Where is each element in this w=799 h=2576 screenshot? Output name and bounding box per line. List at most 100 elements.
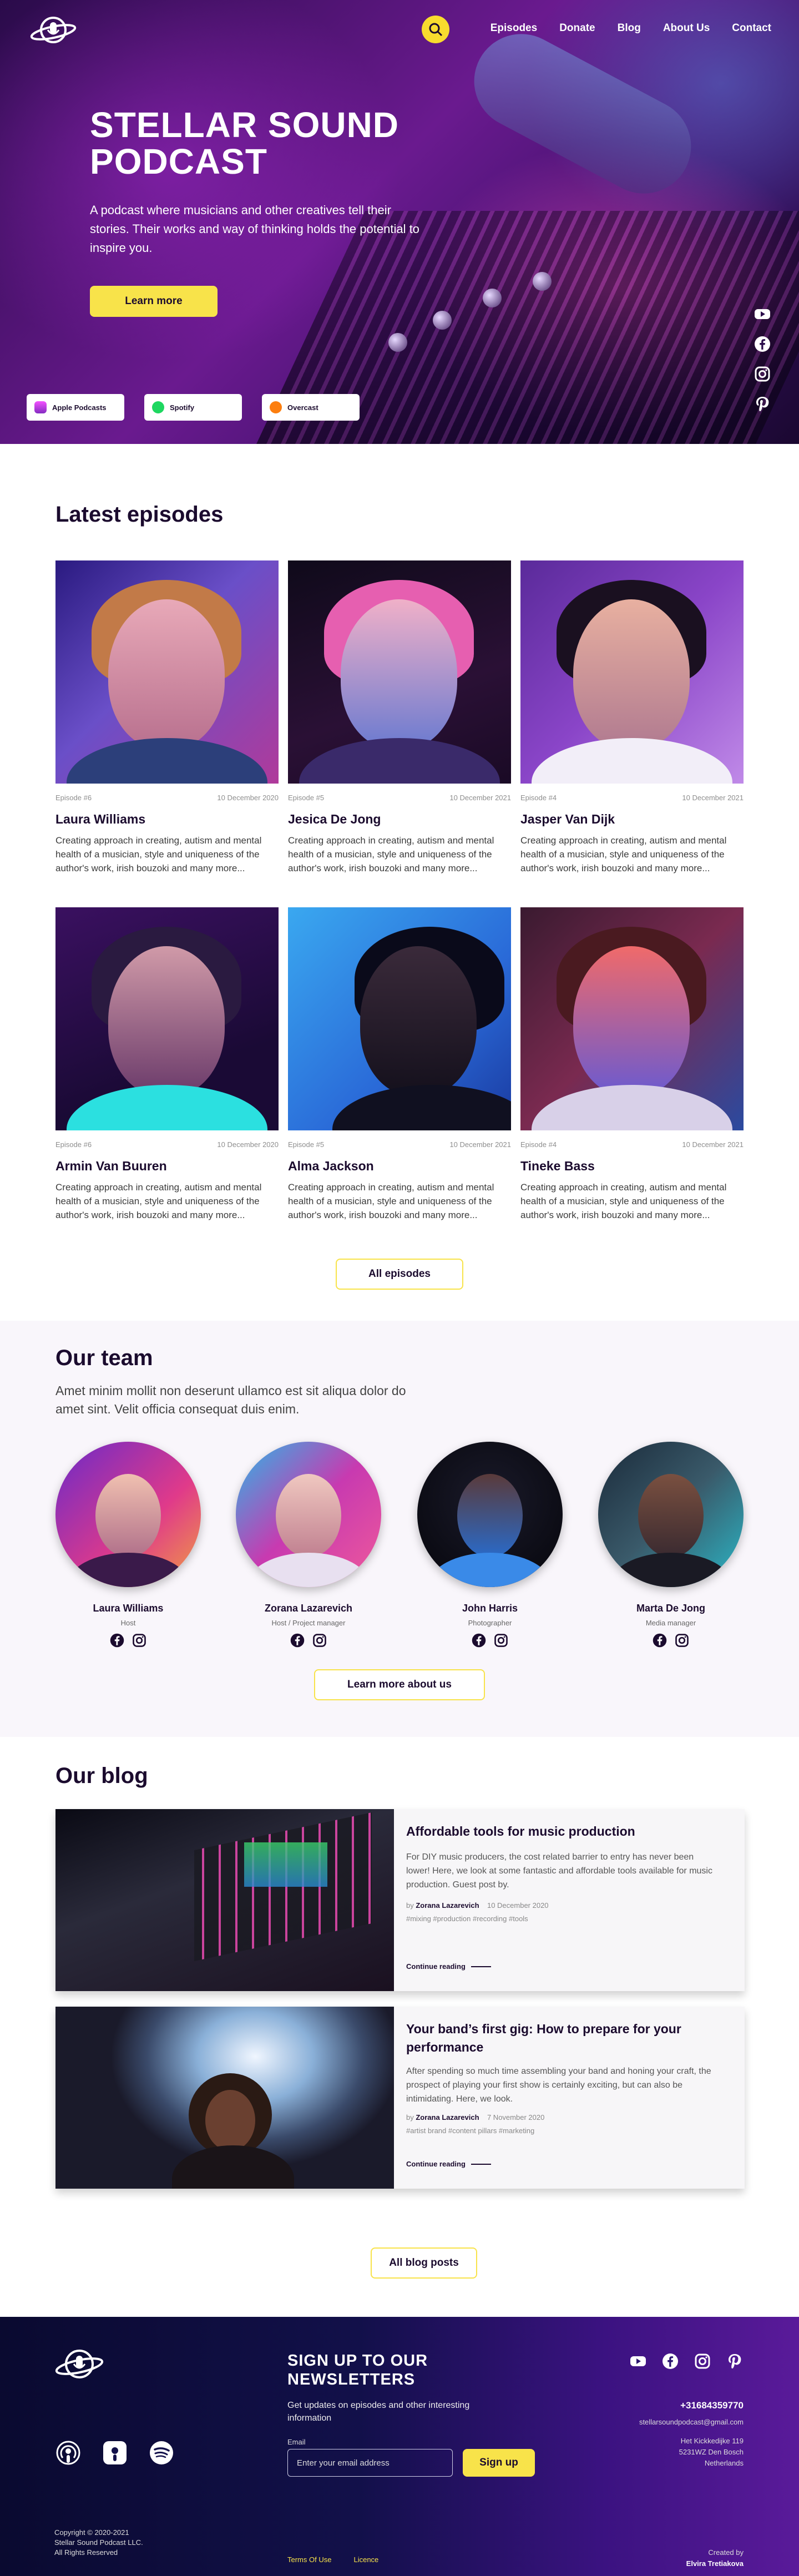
mixer-knob <box>388 333 407 352</box>
youtube-icon[interactable] <box>754 305 771 323</box>
blog-post[interactable]: Your band’s first gig: How to prepare fo… <box>55 2007 745 2189</box>
episodes-title: Latest episodes <box>55 502 224 527</box>
episode-date: 10 December 2020 <box>217 794 279 802</box>
member-photo <box>236 1442 381 1587</box>
member-name: John Harris <box>462 1603 518 1614</box>
credit: Created by Elvira Tretiakova <box>686 2548 744 2568</box>
blog-post-tags: #mixing #production #recording #tools <box>406 1915 528 1923</box>
facebook-icon[interactable] <box>471 1633 487 1648</box>
licence-link[interactable]: Licence <box>353 2555 378 2564</box>
hero-social-rail <box>754 305 771 413</box>
nav-episodes-link[interactable]: Episodes <box>490 22 537 34</box>
instagram-icon[interactable] <box>132 1633 147 1648</box>
contact-phone[interactable]: +31684359770 <box>639 2400 744 2411</box>
mixer-knob <box>533 272 552 291</box>
instagram-icon[interactable] <box>493 1633 509 1648</box>
sign-up-button[interactable]: Sign up <box>463 2449 535 2477</box>
platform-label: Overcast <box>287 403 318 412</box>
episode-guest-name: Jasper Van Dijk <box>520 812 615 826</box>
continue-reading-link[interactable]: Continue reading <box>406 2160 491 2168</box>
episode-card[interactable]: Episode #6 10 December 2020 Armin Van Buu… <box>55 907 279 1222</box>
instagram-icon[interactable] <box>694 2352 711 2370</box>
apple-podcasts-button[interactable]: Apple Podcasts <box>27 394 124 421</box>
nav-about-link[interactable]: About Us <box>663 22 710 34</box>
episode-card[interactable]: Episode #4 10 December 2021 Tineke Bass C… <box>520 907 744 1222</box>
member-role: Photographer <box>468 1619 512 1627</box>
episode-image <box>55 907 279 1130</box>
blog-post[interactable]: Affordable tools for music production Fo… <box>55 1809 745 1991</box>
member-photo <box>55 1442 201 1587</box>
facebook-icon[interactable] <box>754 335 771 353</box>
episode-guest-name: Jesica De Jong <box>288 812 381 826</box>
blog-post-tags: #artist brand #content pillars #marketin… <box>406 2127 535 2135</box>
episode-card[interactable]: Episode #5 10 December 2021 Jesica De Jon… <box>288 560 511 875</box>
spotify-button[interactable]: Spotify <box>144 394 242 421</box>
pinterest-icon[interactable] <box>726 2352 744 2370</box>
blog-post-image <box>55 1809 394 1991</box>
episode-guest-name: Alma Jackson <box>288 1159 374 1173</box>
hero-subtitle: A podcast where musicians and other crea… <box>90 203 419 255</box>
terms-of-use-link[interactable]: Terms Of Use <box>287 2555 331 2564</box>
email-input[interactable] <box>287 2449 453 2477</box>
search-icon[interactable] <box>422 16 449 43</box>
member-role: Media manager <box>645 1619 696 1627</box>
instagram-icon[interactable] <box>674 1633 690 1648</box>
logo-planet-icon[interactable] <box>54 2345 104 2383</box>
episode-number: Episode #5 <box>288 1140 325 1149</box>
credit-name: Elvira Tretiakova <box>686 2559 744 2568</box>
learn-more-button[interactable]: Learn more <box>90 286 218 317</box>
episode-description: Creating approach in creating, autism an… <box>55 835 262 873</box>
hero-section: Episodes Donate Blog About Us Contact ST… <box>0 0 799 444</box>
podcast-platforms: Apple Podcasts Spotify Overcast <box>27 394 360 421</box>
episode-number: Episode #4 <box>520 794 557 802</box>
all-episodes-button[interactable]: All episodes <box>336 1259 463 1290</box>
youtube-icon[interactable] <box>629 2352 647 2370</box>
contact-email[interactable]: stellarsoundpodcast@gmail.com <box>639 2417 744 2428</box>
episode-number: Episode #6 <box>55 794 92 802</box>
overcast-icon[interactable] <box>101 2439 129 2467</box>
member-role: Host / Project manager <box>271 1619 346 1627</box>
episode-guest-name: Laura Williams <box>55 812 146 826</box>
pinterest-icon[interactable] <box>754 395 771 413</box>
episode-image <box>55 560 279 784</box>
episode-description: Creating approach in creating, autism an… <box>520 835 727 873</box>
nav-blog-link[interactable]: Blog <box>618 22 641 34</box>
blog-post-author: Zorana Lazarevich <box>416 2113 479 2122</box>
member-role: Host <box>120 1619 136 1627</box>
instagram-icon[interactable] <box>754 365 771 383</box>
blog-post-author: Zorana Lazarevich <box>416 1901 479 1910</box>
all-blog-posts-button[interactable]: All blog posts <box>371 2247 477 2279</box>
instagram-icon[interactable] <box>312 1633 327 1648</box>
logo-planet-icon[interactable] <box>29 13 78 47</box>
our-team-section: Our team Amet minim mollit non deserunt … <box>0 1321 799 1737</box>
nav-donate-link[interactable]: Donate <box>559 22 595 34</box>
learn-more-about-us-button[interactable]: Learn more about us <box>314 1669 485 1700</box>
member-photo <box>417 1442 563 1587</box>
member-name: Marta De Jong <box>636 1603 706 1614</box>
footer: Copyright © 2020-2021 Stellar Sound Podc… <box>0 2317 799 2576</box>
episode-card[interactable]: Episode #5 10 December 2021 Alma Jackson … <box>288 907 511 1222</box>
episode-card[interactable]: Episode #6 10 December 2020 Laura William… <box>55 560 279 875</box>
episode-number: Episode #4 <box>520 1140 557 1149</box>
overcast-button[interactable]: Overcast <box>262 394 360 421</box>
address-line: Netherlands <box>704 2459 744 2467</box>
footer-social <box>629 2352 744 2370</box>
episode-date: 10 December 2021 <box>449 794 511 802</box>
blog-post-byline: by Zorana Lazarevich 7 November 2020 <box>406 2113 545 2122</box>
top-navigation: Episodes Donate Blog About Us Contact <box>0 13 799 47</box>
episode-card[interactable]: Episode #4 10 December 2021 Jasper Van Di… <box>520 560 744 875</box>
apple-podcasts-icon[interactable] <box>54 2439 82 2467</box>
blog-post-title: Your band’s first gig: How to prepare fo… <box>406 2022 681 2054</box>
blog-post-excerpt: For DIY music producers, the cost relate… <box>406 1852 712 1890</box>
team-member: Marta De Jong Media manager <box>598 1442 744 1648</box>
spotify-icon[interactable] <box>148 2439 175 2467</box>
mixer-knob <box>433 311 452 330</box>
facebook-icon[interactable] <box>109 1633 125 1648</box>
nav-contact-link[interactable]: Contact <box>732 22 771 34</box>
facebook-icon[interactable] <box>652 1633 667 1648</box>
continue-reading-link[interactable]: Continue reading <box>406 1962 491 1971</box>
blog-post-date: 10 December 2020 <box>487 1901 549 1910</box>
team-member: Zorana Lazarevich Host / Project manager <box>236 1442 381 1648</box>
facebook-icon[interactable] <box>290 1633 305 1648</box>
facebook-icon[interactable] <box>661 2352 679 2370</box>
